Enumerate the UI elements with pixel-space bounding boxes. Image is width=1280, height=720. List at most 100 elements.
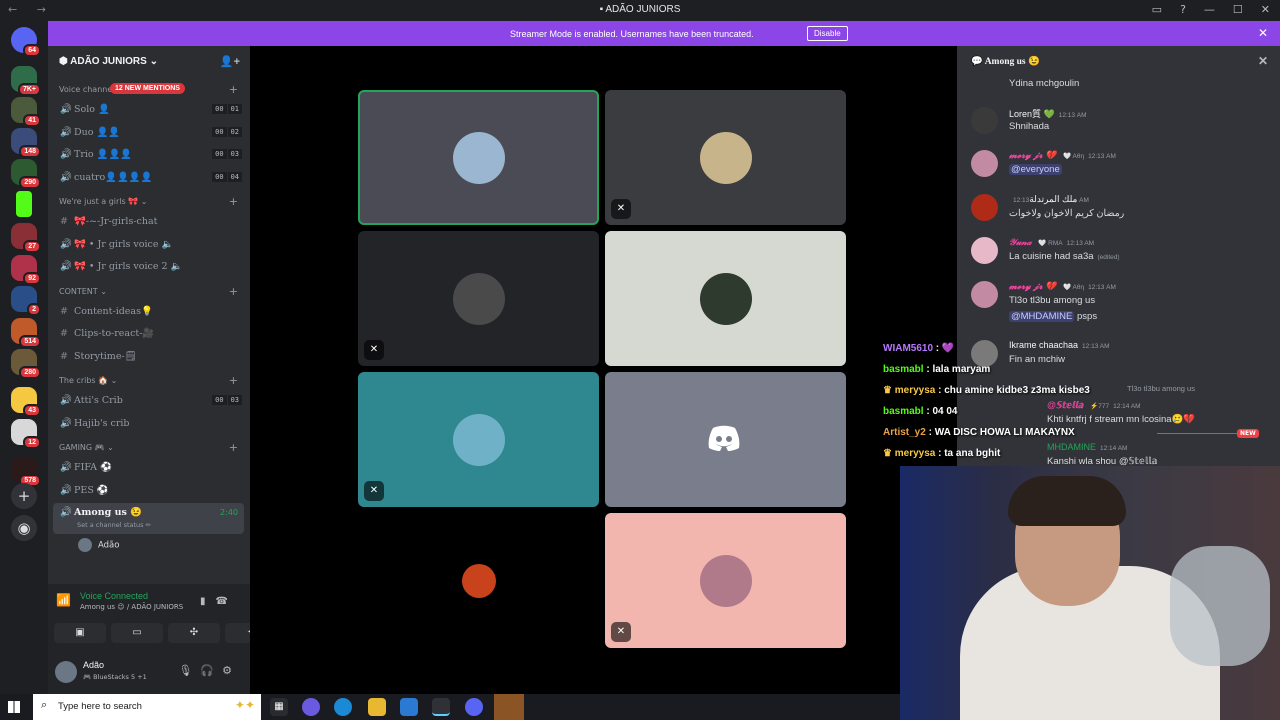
message-author[interactable]: MHDAMINE [1047,442,1096,452]
channel-clips[interactable]: # Clips-to-react-🎥 [48,324,250,347]
channel-girls-chat[interactable]: # 🎀-~-Jr-girls-chat [48,212,250,235]
screen-share-button[interactable]: ▭ [111,623,163,643]
channel-girls-voice-2[interactable]: 🔊 🎀 • Jr girls voice 2 🔈 [48,257,250,280]
channel-cuatro[interactable]: 🔊 cuatro👤👤👤👤 00 04 [48,168,250,191]
server-icon[interactable]: 514 [11,318,41,348]
edge-icon[interactable] [334,698,352,716]
everyone-mention[interactable]: @everyone [1009,164,1062,175]
store-icon[interactable] [400,698,418,716]
server-icon[interactable]: 148 [11,128,41,158]
category-gaming[interactable]: GAMING 🎮 ⌄ + [48,436,250,458]
kick-server-icon[interactable] [16,191,32,217]
discord-icon[interactable] [465,698,483,716]
settings-icon[interactable]: ⚙ [222,664,240,677]
add-channel-icon[interactable]: + [229,83,238,96]
channel-hajibs-crib[interactable]: 🔊 Hajib's crib [48,414,250,437]
reply-preview[interactable]: Tl3o tl3bu among us [1127,384,1195,393]
channel-attis-crib[interactable]: 🔊 Atti's Crib 00 03 [48,391,250,414]
add-server-icon[interactable]: + [11,483,37,509]
server-icon[interactable]: 280 [11,349,41,379]
add-channel-icon[interactable]: + [229,374,238,387]
channel-storytime[interactable]: # Storytime-🗒 [48,347,250,370]
message-author[interactable]: ملك المرتدلة [1029,194,1077,204]
message-author[interactable]: 𝓶𝓮𝓻𝔂 𝓳𝓻 💔 [1009,150,1056,160]
voice-member[interactable]: Adão [48,534,250,557]
inbox-icon[interactable]: ▭ [1152,3,1162,16]
participant-tile[interactable]: ✕ [605,513,846,648]
file-explorer-icon[interactable] [368,698,386,716]
server-icon[interactable]: 12 [11,419,41,449]
channel-girls-voice[interactable]: 🔊 🎀 • Jr girls voice 🔈 [48,235,250,258]
disable-button[interactable]: Disable [807,26,848,41]
channel-content-ideas[interactable]: # Content-ideas💡 [48,302,250,325]
avatar[interactable] [971,340,998,367]
mic-icon[interactable]: 🎙 [178,664,200,677]
channel-solo[interactable]: 🔊 Solo 👤 00 01 [48,100,250,123]
category-girls[interactable]: We're just a girls 🎀 ⌄ + [48,190,250,212]
avatar[interactable] [971,150,998,177]
obs-icon[interactable] [432,698,450,716]
disconnect-icon[interactable]: ☎ [216,596,238,607]
server-icon[interactable]: 41 [11,97,41,127]
message-author[interactable]: 𝓶𝓮𝓻𝔂 𝓳𝓻 💔 [1009,281,1056,291]
invite-icon[interactable]: 👤+ [220,55,240,68]
channel-duo[interactable]: 🔊 Duo 👤👤 00 02 [48,123,250,146]
participant-tile[interactable] [358,90,599,225]
server-icon[interactable]: 92 [11,255,41,285]
message-author[interactable]: 𝒴𝓊𝓃𝒶 [1009,237,1032,247]
server-icon[interactable]: 290 [11,159,41,189]
channel-pes[interactable]: 🔊 PES ⚽ [48,481,250,504]
active-app-icon[interactable] [494,694,524,720]
category-content[interactable]: CONTENT ⌄ + [48,280,250,302]
user-mention[interactable]: @MHDAMINE [1009,311,1075,322]
avatar[interactable] [971,194,998,221]
noise-icon[interactable]: ▮ [200,596,216,607]
channel-trio[interactable]: 🔊 Trio 👤👤👤 00 03 [48,145,250,168]
taskbar-search[interactable]: ⌕ Type here to search ✦✦ [33,694,261,720]
help-icon[interactable]: ? [1180,3,1186,16]
avatar[interactable] [55,661,77,683]
avatar[interactable] [971,281,998,308]
avatar[interactable] [971,237,998,264]
close-icon[interactable]: ✕ [1258,26,1268,40]
add-channel-icon[interactable]: + [229,195,238,208]
close-icon[interactable]: ✕ [1258,54,1268,69]
discover-icon[interactable]: ◉ [11,515,37,541]
participant-tile[interactable] [605,231,846,366]
minimize-button[interactable]: — [1204,3,1215,16]
message-author[interactable]: @𝕊𝕥𝕖𝕝𝕝𝕒 [1047,400,1084,410]
avatar[interactable] [971,107,998,134]
category-cribs[interactable]: The cribs 🏠 ⌄ + [48,369,250,391]
add-channel-icon[interactable]: + [229,441,238,454]
server-icon[interactable]: 7K+ [11,66,41,96]
message-author[interactable]: Ikrame chaachaa [1009,340,1078,350]
copilot-icon[interactable] [302,698,320,716]
task-view-icon[interactable]: ▦ [270,698,288,716]
participant-tile[interactable] [358,513,599,648]
maximize-button[interactable]: ☐ [1233,3,1243,16]
headphones-icon[interactable]: 🎧 [200,664,222,677]
channel-fifa[interactable]: 🔊 FIFA ⚽ [48,458,250,481]
category-voice[interactable]: Voice channels 12 NEW MENTIONS + [48,78,250,100]
camera-button[interactable]: ▣ [54,623,106,643]
username[interactable]: Adão [83,660,104,670]
server-icon[interactable]: 2 [11,286,41,316]
participant-tile[interactable]: ✕ [605,90,846,225]
add-channel-icon[interactable]: + [229,285,238,298]
direct-messages-button[interactable]: 64 [11,27,41,57]
windows-start-icon[interactable] [8,701,20,713]
channel-among-us[interactable]: 🔊 Among us 😉 2:40 Set a channel status ✏ [53,503,244,534]
participant-tile[interactable]: ✕ [358,231,599,366]
activities-button[interactable]: ✣ [168,623,220,643]
new-mentions-badge[interactable]: 12 NEW MENTIONS [110,83,185,94]
participant-tile[interactable]: ✕ [358,372,599,507]
message-author[interactable]: Loren質 💚 [1009,109,1055,119]
participant-tile[interactable] [605,372,846,507]
server-header[interactable]: ⬢ ADÃO JUNIORS ⌄ 👤+ [48,46,250,78]
server-icon[interactable]: 27 [11,223,41,253]
signal-icon[interactable]: 📶 [56,593,71,607]
server-icon[interactable]: 43 [11,387,41,417]
channel-status-input[interactable]: Set a channel status ✏ [77,521,151,529]
close-button[interactable]: ✕ [1261,3,1270,16]
server-icon[interactable]: 578 [11,457,41,487]
